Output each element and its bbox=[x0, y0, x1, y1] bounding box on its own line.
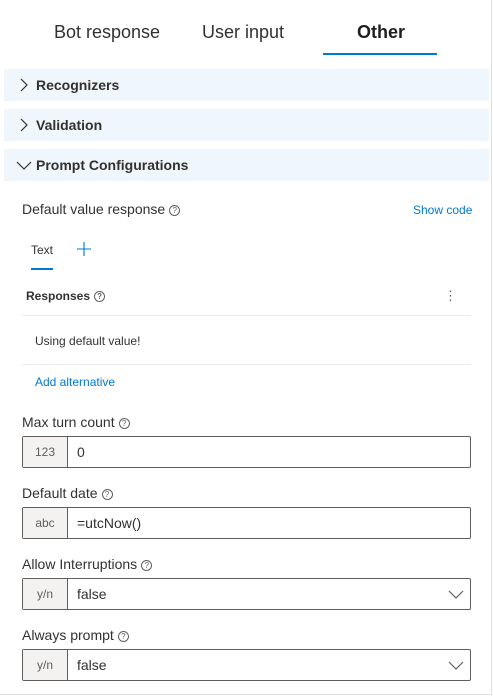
always-prompt-label: Always prompt? bbox=[22, 627, 129, 643]
chevron-down-icon[interactable] bbox=[448, 586, 464, 602]
allow-interruptions-select[interactable]: y/n false bbox=[22, 578, 471, 610]
tab-text[interactable]: Text bbox=[31, 243, 53, 257]
field-value: false bbox=[77, 657, 107, 673]
label-text: Max turn count bbox=[22, 414, 115, 430]
always-prompt-select[interactable]: y/n false bbox=[22, 649, 471, 681]
tab-bot-response[interactable]: Bot response bbox=[54, 22, 160, 43]
label-text: Default date bbox=[22, 485, 98, 501]
help-icon[interactable]: ? bbox=[117, 631, 129, 642]
show-code-link[interactable]: Show code bbox=[413, 203, 472, 217]
default-value-response-label: Default value response? bbox=[22, 201, 181, 217]
tab-user-input[interactable]: User input bbox=[202, 22, 284, 43]
add-icon[interactable] bbox=[76, 241, 92, 257]
more-options-icon[interactable]: ⋮ bbox=[444, 288, 457, 304]
active-tab-indicator bbox=[323, 53, 437, 55]
label-text: Always prompt bbox=[22, 627, 114, 643]
chevron-right-icon bbox=[20, 118, 28, 132]
tab-other[interactable]: Other bbox=[357, 22, 405, 43]
field-value: =utcNow() bbox=[77, 515, 142, 531]
section-recognizers[interactable]: Recognizers bbox=[4, 69, 489, 101]
divider bbox=[22, 364, 471, 365]
chevron-right-icon bbox=[20, 78, 28, 92]
responses-header: Responses? bbox=[26, 289, 106, 303]
default-date-label: Default date? bbox=[22, 485, 113, 501]
label-text: Default value response bbox=[22, 201, 166, 217]
section-label: Validation bbox=[36, 117, 103, 133]
type-prefix: y/n bbox=[23, 650, 68, 680]
default-date-input[interactable]: abc =utcNow() bbox=[22, 507, 471, 539]
divider bbox=[22, 315, 471, 316]
add-alternative-link[interactable]: Add alternative bbox=[35, 375, 115, 389]
label-text: Allow Interruptions bbox=[22, 556, 138, 572]
help-icon[interactable]: ? bbox=[169, 205, 181, 216]
type-prefix: abc bbox=[23, 508, 68, 538]
chevron-down-icon[interactable] bbox=[448, 657, 464, 673]
tab-bar: Bot response User input Other bbox=[0, 0, 493, 58]
chevron-down-icon bbox=[16, 161, 32, 170]
field-value: false bbox=[77, 586, 107, 602]
section-prompt-configurations[interactable]: Prompt Configurations bbox=[4, 149, 489, 181]
help-icon[interactable]: ? bbox=[94, 291, 106, 302]
help-icon[interactable]: ? bbox=[141, 560, 153, 571]
section-validation[interactable]: Validation bbox=[4, 109, 489, 141]
max-turn-count-label: Max turn count? bbox=[22, 414, 130, 430]
text-tab-indicator bbox=[31, 268, 53, 270]
type-prefix: y/n bbox=[23, 579, 68, 609]
allow-interruptions-label: Allow Interruptions? bbox=[22, 556, 153, 572]
max-turn-count-input[interactable]: 123 0 bbox=[22, 436, 471, 468]
section-label: Prompt Configurations bbox=[36, 157, 189, 173]
type-prefix: 123 bbox=[23, 437, 68, 467]
section-label: Recognizers bbox=[36, 77, 120, 93]
response-item[interactable]: Using default value! bbox=[35, 334, 140, 348]
help-icon[interactable]: ? bbox=[118, 418, 130, 429]
field-value: 0 bbox=[77, 444, 85, 460]
help-icon[interactable]: ? bbox=[101, 489, 113, 500]
responses-label: Responses bbox=[26, 289, 91, 303]
